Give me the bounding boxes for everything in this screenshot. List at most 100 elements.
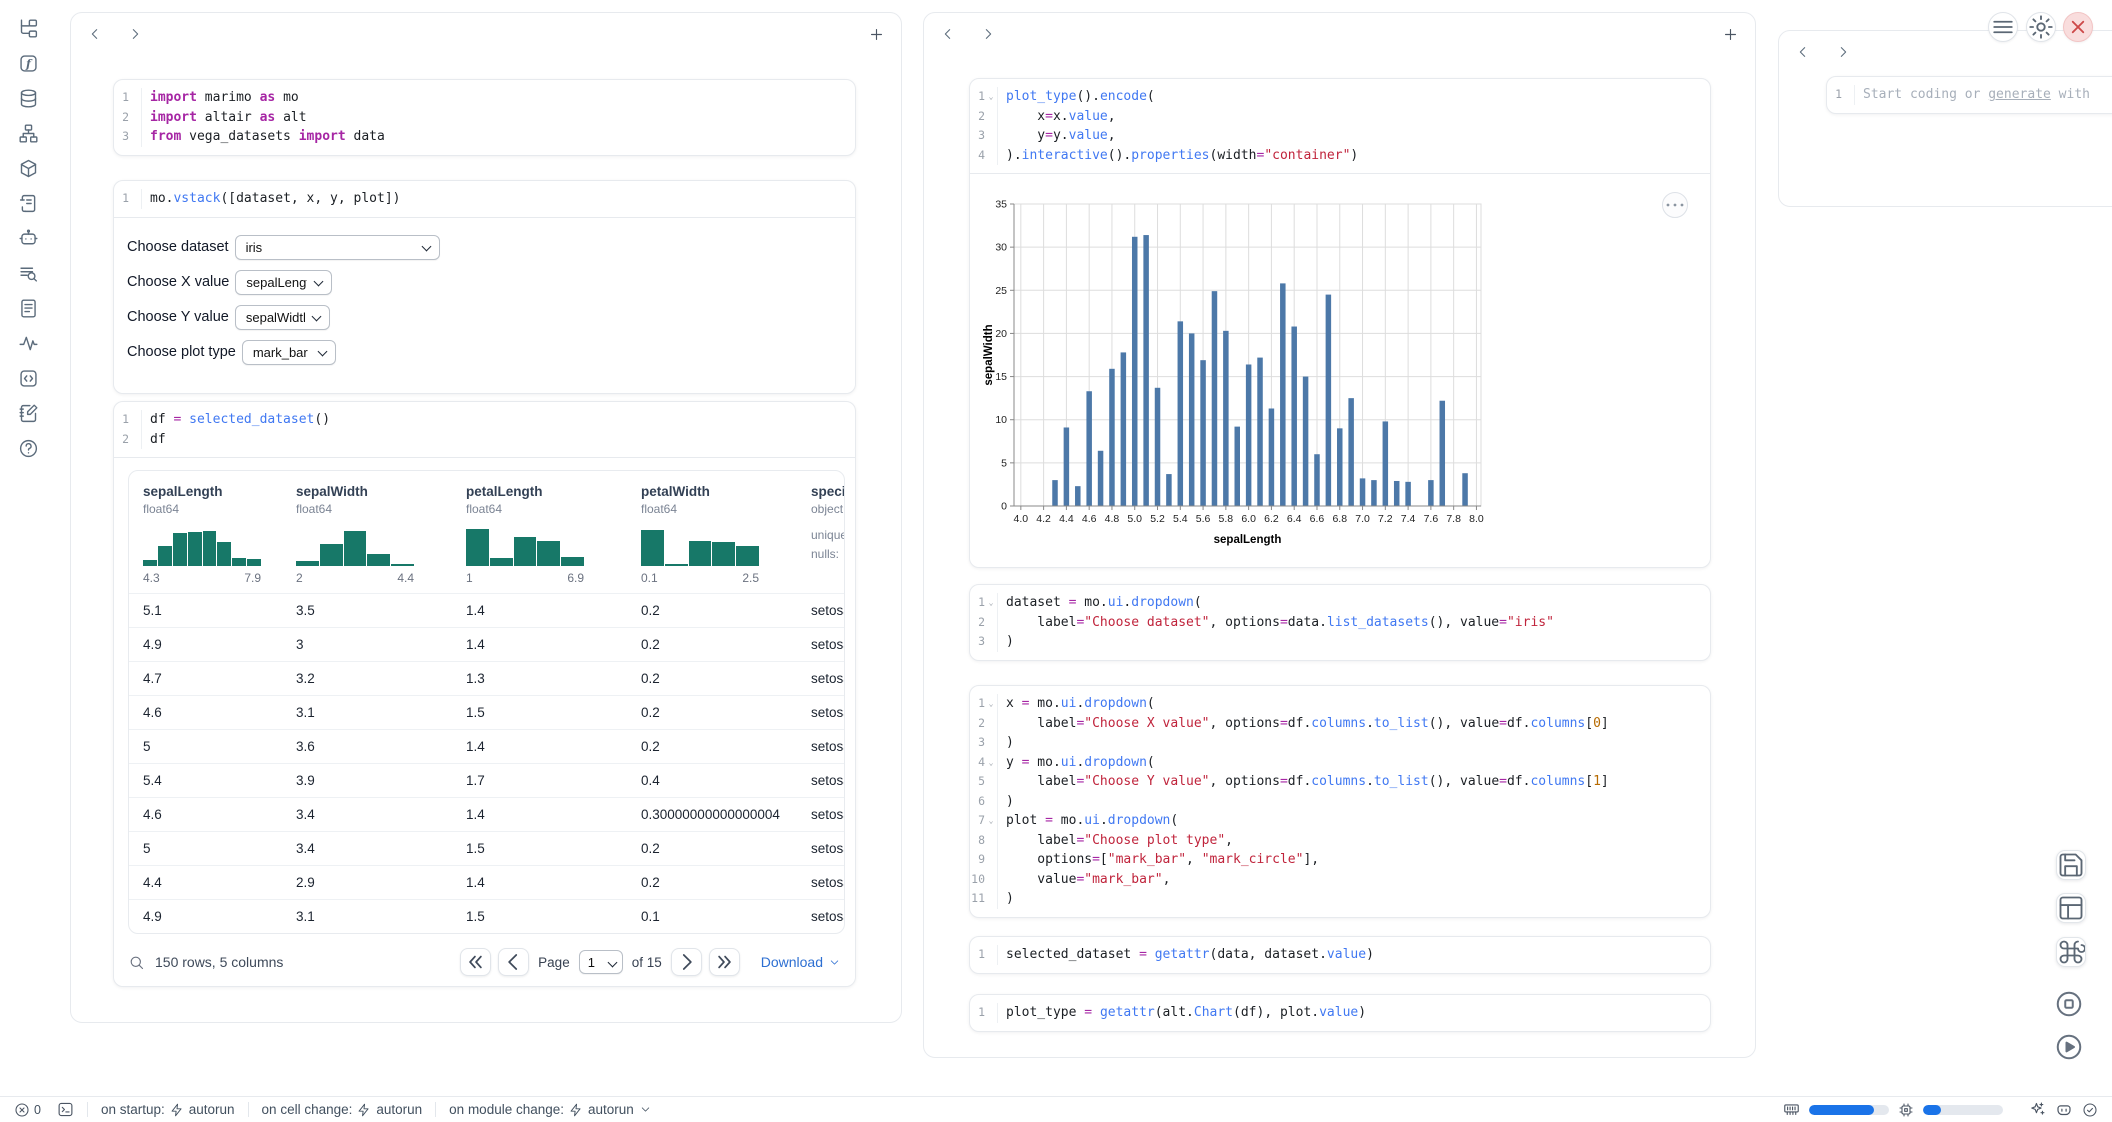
svg-text:4.4: 4.4 xyxy=(1059,513,1074,525)
file-tree-icon[interactable] xyxy=(18,18,39,39)
divider xyxy=(87,1102,88,1117)
sidebar-rail: f xyxy=(0,0,56,1096)
chart-actions-button[interactable] xyxy=(1662,192,1688,218)
table-cell: 5 xyxy=(129,739,282,754)
table-cell: setosa xyxy=(797,671,845,686)
notebook-pen-icon[interactable] xyxy=(18,403,39,424)
code-editor[interactable]: 1⌄plot_type().encode(2 x=x.value,3 y=y.v… xyxy=(970,79,1710,173)
code-editor[interactable]: 1plot_type = getattr(alt.Chart(df), plot… xyxy=(970,995,1710,1031)
package-cube-icon[interactable] xyxy=(18,158,39,179)
code-editor[interactable]: 1Start coding or generate with xyxy=(1827,77,2112,113)
column-header[interactable]: sepalLengthfloat644.37.9 xyxy=(129,484,282,585)
svg-text:sepalWidth: sepalWidth xyxy=(983,324,995,385)
on-startup-setting[interactable]: on startup: autorun xyxy=(101,1102,235,1117)
download-button[interactable]: Download xyxy=(761,954,841,970)
next-column-button[interactable] xyxy=(1835,44,1851,60)
table-row[interactable]: 4.73.21.30.2setosa xyxy=(129,661,845,695)
prev-page-button[interactable] xyxy=(498,948,529,976)
table-row[interactable]: 4.63.11.50.2setosa xyxy=(129,695,845,729)
control-row: Choose plot typemark_bar xyxy=(127,340,855,365)
last-page-button[interactable] xyxy=(709,948,740,976)
database-icon[interactable] xyxy=(18,88,39,109)
shortcuts-button[interactable] xyxy=(2056,937,2086,967)
svg-text:5.4: 5.4 xyxy=(1173,513,1188,525)
fold-icon[interactable]: ⌄ xyxy=(985,811,997,831)
column-header[interactable]: speciesobjectunique:nulls: xyxy=(797,484,845,585)
first-page-button[interactable] xyxy=(460,948,491,976)
code-editor[interactable]: 1import marimo as mo2import altair as al… xyxy=(114,80,855,155)
next-column-button[interactable] xyxy=(127,26,143,42)
table-cell: 3 xyxy=(282,637,452,652)
table-output: sepalLengthfloat644.37.9sepalWidthfloat6… xyxy=(114,457,855,986)
search-icon[interactable] xyxy=(128,954,145,971)
table-cell: 3.1 xyxy=(282,909,452,924)
menu-button[interactable] xyxy=(1988,12,2018,42)
prev-column-button[interactable] xyxy=(87,26,103,42)
table-row[interactable]: 53.41.50.2setosa xyxy=(129,831,845,865)
table-cell: setosa xyxy=(797,603,845,618)
code-editor[interactable]: 1selected_dataset = getattr(data, datase… xyxy=(970,937,1710,973)
document-icon[interactable] xyxy=(18,298,39,319)
next-page-button[interactable] xyxy=(671,948,702,976)
table-cell: 3.1 xyxy=(282,705,452,720)
connection-status-icon[interactable] xyxy=(2082,1102,2098,1118)
dropdown-choose-plot-type[interactable]: mark_bar xyxy=(242,340,336,365)
code-editor[interactable]: 1⌄x = mo.ui.dropdown(2 label="Choose X v… xyxy=(970,686,1710,917)
scroll-icon[interactable] xyxy=(18,193,39,214)
next-column-button[interactable] xyxy=(980,26,996,42)
on-cell-change-setting[interactable]: on cell change: autorun xyxy=(262,1102,423,1117)
table-row[interactable]: 5.13.51.40.2setosa xyxy=(129,593,845,627)
settings-button[interactable] xyxy=(2026,12,2056,42)
svg-text:4.0: 4.0 xyxy=(1014,513,1029,525)
table-row[interactable]: 4.931.40.2setosa xyxy=(129,627,845,661)
table-cell: 0.2 xyxy=(627,671,797,686)
code-editor[interactable]: 1df = selected_dataset()2df xyxy=(114,402,855,457)
fold-icon[interactable]: ⌄ xyxy=(985,593,997,613)
dropdown-choose-y-value[interactable]: sepalWidth xyxy=(235,305,330,330)
math-function-icon[interactable]: f xyxy=(18,53,39,74)
layout-button[interactable] xyxy=(2056,893,2086,923)
prev-column-button[interactable] xyxy=(940,26,956,42)
svg-text:7.0: 7.0 xyxy=(1355,513,1370,525)
column-header[interactable]: sepalWidthfloat6424.4 xyxy=(282,484,452,585)
table-row[interactable]: 4.63.41.40.30000000000000004setosa xyxy=(129,797,845,831)
chat-bot-icon[interactable] xyxy=(18,228,39,249)
code-editor[interactable]: 1⌄dataset = mo.ui.dropdown(2 label="Choo… xyxy=(970,585,1710,660)
dependency-graph-icon[interactable] xyxy=(18,123,39,144)
cell-selected-dataset: 1selected_dataset = getattr(data, datase… xyxy=(969,936,1711,974)
svg-text:4.8: 4.8 xyxy=(1105,513,1120,525)
activity-pulse-icon[interactable] xyxy=(18,333,39,354)
save-button[interactable] xyxy=(2056,850,2086,880)
table-row[interactable]: 4.93.11.50.1setosa xyxy=(129,899,845,933)
altair-bar-chart[interactable]: 4.04.24.44.64.85.05.25.45.65.86.06.26.46… xyxy=(980,188,1710,555)
add-cell-button[interactable] xyxy=(1722,26,1739,43)
column-header[interactable]: petalLengthfloat6416.9 xyxy=(452,484,627,585)
on-module-change-setting[interactable]: on module change: autorun xyxy=(449,1102,652,1117)
shutdown-button[interactable] xyxy=(2063,12,2093,42)
add-cell-button[interactable] xyxy=(868,26,885,43)
code-block-icon[interactable] xyxy=(18,368,39,389)
code-editor[interactable]: 1mo.vstack([dataset, x, y, plot]) xyxy=(114,181,855,217)
dropdown-choose-dataset[interactable]: iris xyxy=(235,235,440,260)
fold-icon[interactable]: ⌄ xyxy=(985,753,997,773)
page-select[interactable]: 1 xyxy=(579,950,623,974)
control-row: Choose datasetiris xyxy=(127,235,855,260)
copilot-icon[interactable] xyxy=(2055,1101,2073,1119)
fold-icon[interactable]: ⌄ xyxy=(985,87,997,107)
table-row[interactable]: 4.42.91.40.2setosa xyxy=(129,865,845,899)
fold-icon[interactable]: ⌄ xyxy=(985,694,997,714)
code-line: 2 x=x.value, xyxy=(970,107,1710,127)
interrupt-button[interactable] xyxy=(2054,989,2084,1019)
prev-column-button[interactable] xyxy=(1795,44,1811,60)
column-header[interactable]: petalWidthfloat640.12.5 xyxy=(627,484,797,585)
run-button[interactable] xyxy=(2054,1032,2084,1062)
table-row[interactable]: 53.61.40.2setosa xyxy=(129,729,845,763)
code-line: 1plot_type = getattr(alt.Chart(df), plot… xyxy=(970,1003,1710,1023)
errors-icon[interactable] xyxy=(14,1102,30,1118)
help-circle-icon[interactable] xyxy=(18,438,39,459)
terminal-icon[interactable] xyxy=(57,1101,74,1118)
dropdown-choose-x-value[interactable]: sepalLength xyxy=(235,270,332,295)
table-row[interactable]: 5.43.91.70.4setosa xyxy=(129,763,845,797)
ai-sparkles-icon[interactable] xyxy=(2029,1101,2046,1118)
list-search-icon[interactable] xyxy=(18,263,39,284)
